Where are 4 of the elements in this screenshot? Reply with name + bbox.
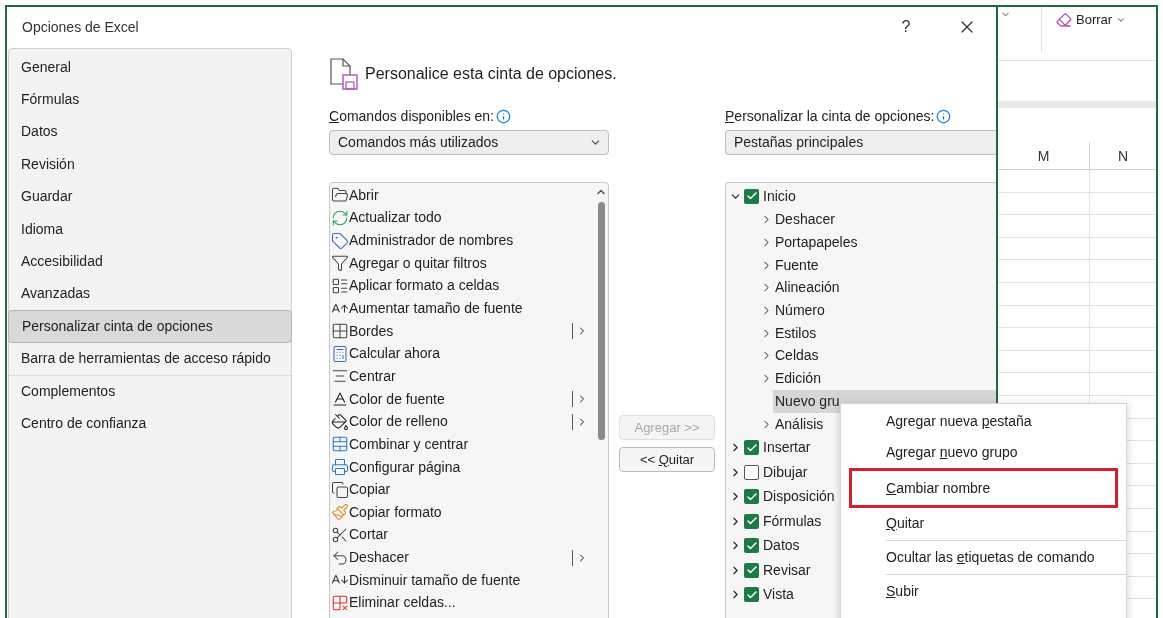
window-title: Opciones de Excel bbox=[22, 17, 139, 37]
section-heading: Personalice esta cinta de opciones. bbox=[365, 64, 617, 84]
field-label: Personalizar la cinta de opciones: bbox=[725, 106, 935, 126]
field-label: Comandos disponibles en: bbox=[329, 106, 494, 126]
